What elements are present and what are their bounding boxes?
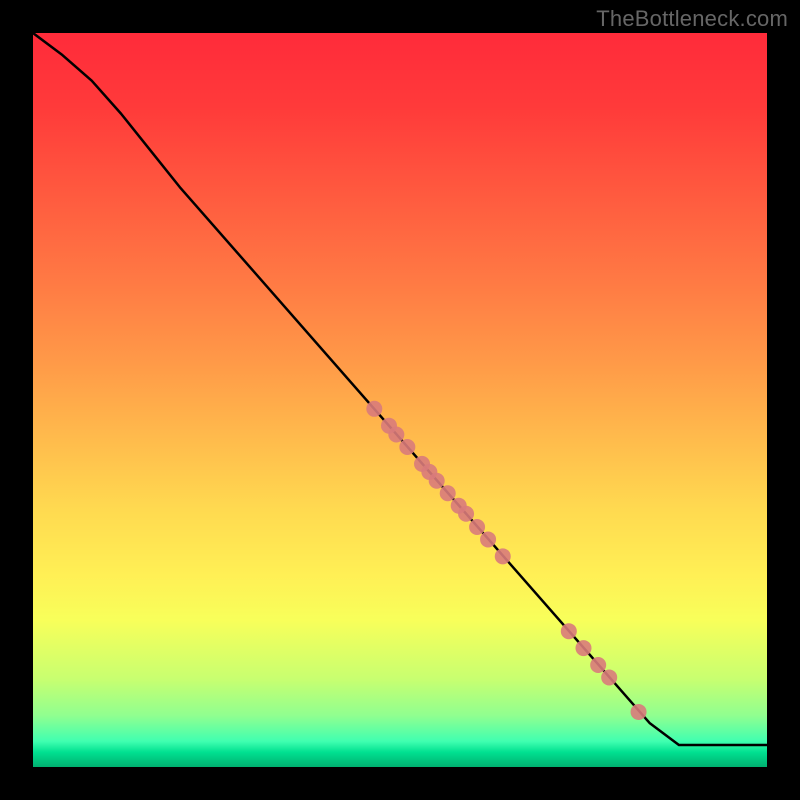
- chart-canvas: TheBottleneck.com: [0, 0, 800, 800]
- watermark-text: TheBottleneck.com: [596, 6, 788, 32]
- scatter-points: [366, 401, 646, 720]
- curve-line: [33, 33, 767, 745]
- chart-overlay: [33, 33, 767, 767]
